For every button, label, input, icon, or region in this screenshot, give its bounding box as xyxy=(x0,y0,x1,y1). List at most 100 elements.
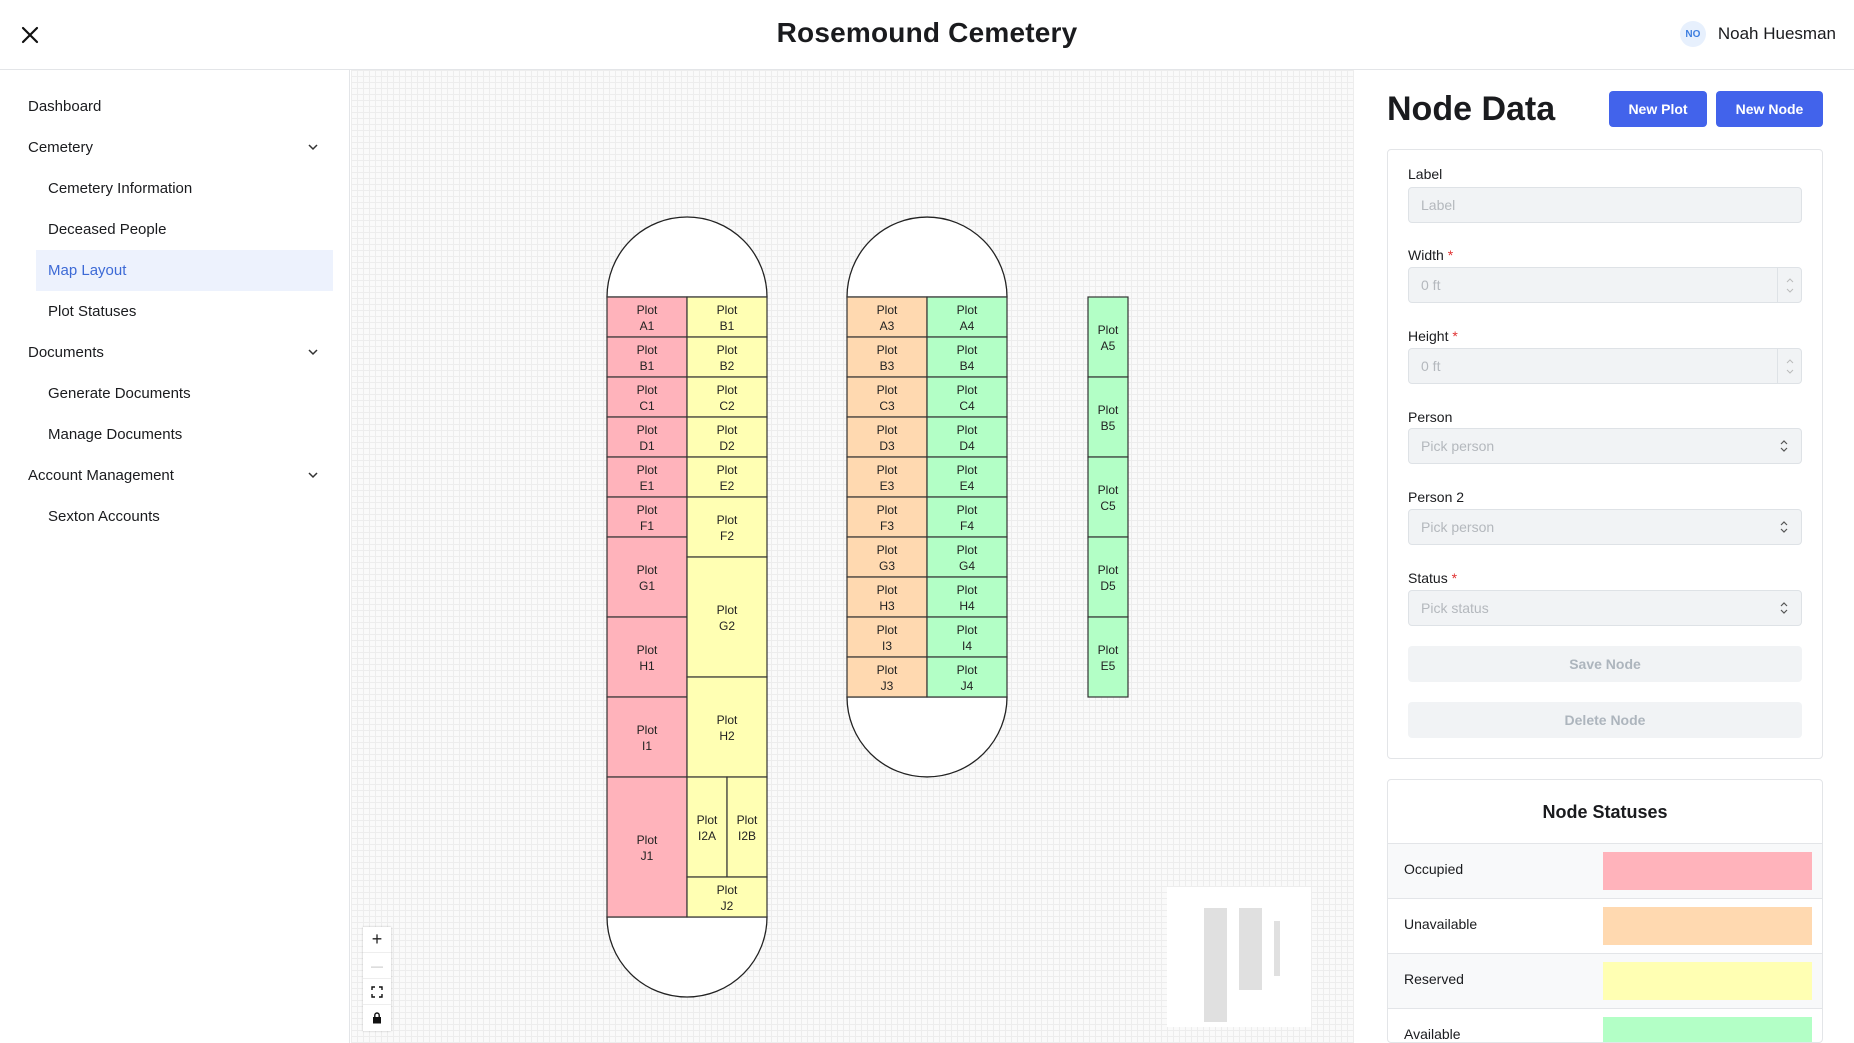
height-stepper[interactable] xyxy=(1777,349,1801,383)
plot-node[interactable]: Plot C5 xyxy=(1087,456,1129,538)
app-header: Rosemound Cemetery NO Noah Huesman xyxy=(0,0,1854,70)
plot-node[interactable]: Plot A1 xyxy=(606,296,688,338)
user-name: Noah Huesman xyxy=(1717,24,1836,43)
sidebar-item-account-management[interactable]: Account Management xyxy=(0,455,349,496)
plot-cell[interactable] xyxy=(606,536,688,618)
width-stepper[interactable] xyxy=(1777,268,1801,302)
plot-node[interactable]: Plot A3 xyxy=(846,296,928,338)
sidebar-item-cemetery-information[interactable]: Cemetery Information xyxy=(0,168,349,209)
plot-cell[interactable] xyxy=(726,776,768,878)
plot-node[interactable]: Plot B1 xyxy=(606,336,688,378)
plot-node[interactable]: Plot I1 xyxy=(606,696,688,778)
plot-cell[interactable] xyxy=(686,556,768,678)
plot-node[interactable]: Plot B1 xyxy=(686,296,768,338)
plot-node[interactable]: Plot C1 xyxy=(606,376,688,418)
plot-node[interactable]: Plot J3 xyxy=(846,656,928,698)
plot-node[interactable]: Plot C4 xyxy=(926,376,1008,418)
plot-node[interactable]: Plot H4 xyxy=(926,576,1008,618)
sidebar-item-plot-statuses[interactable]: Plot Statuses xyxy=(0,291,349,332)
plot-node[interactable]: Plot I4 xyxy=(926,616,1008,658)
plot-node[interactable]: Plot G4 xyxy=(926,536,1008,578)
plot-cell[interactable] xyxy=(1087,296,1129,378)
plot-cell[interactable] xyxy=(1087,616,1129,698)
plot-node[interactable]: Plot D3 xyxy=(846,416,928,458)
plot-node[interactable]: Plot B2 xyxy=(686,336,768,378)
plot-node[interactable]: Plot E2 xyxy=(686,456,768,498)
person2-field-label: Person 2 xyxy=(1408,489,1464,505)
plot-node[interactable]: Plot J4 xyxy=(926,656,1008,698)
status-select[interactable]: Pick status xyxy=(1408,590,1802,626)
plot-node[interactable]: Plot C2 xyxy=(686,376,768,418)
plot-cell[interactable] xyxy=(1087,376,1129,458)
plot-cell[interactable] xyxy=(1087,536,1129,618)
plot-node[interactable]: Plot J1 xyxy=(606,776,688,918)
plot-node[interactable]: Plot G1 xyxy=(606,536,688,618)
sidebar-item-generate-documents[interactable]: Generate Documents xyxy=(0,373,349,414)
fit-view-button[interactable] xyxy=(363,979,391,1005)
delete-node-button[interactable]: Delete Node xyxy=(1408,702,1802,738)
plot-node[interactable]: Plot F1 xyxy=(606,496,688,538)
plot-cell[interactable] xyxy=(686,496,768,558)
sidebar-item-dashboard[interactable]: Dashboard xyxy=(0,86,349,127)
sidebar-item-manage-documents[interactable]: Manage Documents xyxy=(0,414,349,455)
height-placeholder: 0 ft xyxy=(1421,358,1441,374)
plot-node[interactable]: Plot F3 xyxy=(846,496,928,538)
plot-node[interactable]: Plot B3 xyxy=(846,336,928,378)
plot-node[interactable]: Plot F4 xyxy=(926,496,1008,538)
plot-node[interactable]: Plot D5 xyxy=(1087,536,1129,618)
zoom-in-button[interactable]: + xyxy=(363,927,391,953)
plot-node[interactable]: Plot J2 xyxy=(686,876,768,918)
person-select[interactable]: Pick person xyxy=(1408,428,1802,464)
new-node-button[interactable]: New Node xyxy=(1716,91,1823,127)
app-title: Rosemound Cemetery xyxy=(776,17,1078,48)
height-input[interactable]: 0 ft xyxy=(1408,348,1802,384)
plot-node[interactable]: Plot D2 xyxy=(686,416,768,458)
plot-node[interactable]: Plot I2B xyxy=(726,776,768,878)
plot-node[interactable]: Plot H2 xyxy=(686,676,768,778)
sidebar-item-map-layout[interactable]: Map Layout xyxy=(36,250,333,291)
plot-cell[interactable] xyxy=(686,776,728,878)
new-plot-button[interactable]: New Plot xyxy=(1609,91,1707,127)
plot-cell[interactable] xyxy=(686,676,768,778)
plot-node[interactable]: Plot A5 xyxy=(1087,296,1129,378)
plot-node[interactable]: Plot B4 xyxy=(926,336,1008,378)
plot-node[interactable]: Plot I3 xyxy=(846,616,928,658)
plot-node[interactable]: Plot G2 xyxy=(686,556,768,678)
plot-cell[interactable] xyxy=(1087,456,1129,538)
plot-cell[interactable] xyxy=(606,616,688,698)
width-field-label: Width * xyxy=(1408,247,1453,263)
user-menu[interactable]: NO Noah Huesman xyxy=(1679,21,1836,47)
width-input[interactable]: 0 ft xyxy=(1408,267,1802,303)
minimap[interactable] xyxy=(1167,887,1311,1027)
plot-node[interactable]: Plot E5 xyxy=(1087,616,1129,698)
plot-cell[interactable] xyxy=(606,696,688,778)
plot-node[interactable]: Plot E3 xyxy=(846,456,928,498)
chevron-down-icon[interactable] xyxy=(1786,288,1794,293)
zoom-out-button[interactable]: — xyxy=(363,953,391,979)
plot-node[interactable]: Plot D1 xyxy=(606,416,688,458)
plot-node[interactable]: Plot H1 xyxy=(606,616,688,698)
plot-node[interactable]: Plot D4 xyxy=(926,416,1008,458)
plot-node[interactable]: Plot G3 xyxy=(846,536,928,578)
sidebar-item-deceased-people[interactable]: Deceased People xyxy=(0,209,349,250)
plot-node[interactable]: Plot E1 xyxy=(606,456,688,498)
plot-node[interactable]: Plot C3 xyxy=(846,376,928,418)
label-input[interactable]: Label xyxy=(1408,187,1802,223)
plot-node[interactable]: Plot E4 xyxy=(926,456,1008,498)
save-node-button[interactable]: Save Node xyxy=(1408,646,1802,682)
plot-node[interactable]: Plot I2A xyxy=(686,776,728,878)
plot-node[interactable]: Plot A4 xyxy=(926,296,1008,338)
plot-node[interactable]: Plot B5 xyxy=(1087,376,1129,458)
person2-select[interactable]: Pick person xyxy=(1408,509,1802,545)
chevron-up-icon[interactable] xyxy=(1786,278,1794,283)
plot-cell[interactable] xyxy=(606,776,688,918)
sidebar-item-documents[interactable]: Documents xyxy=(0,332,349,373)
sidebar-item-cemetery[interactable]: Cemetery xyxy=(0,127,349,168)
sidebar-item-sexton-accounts[interactable]: Sexton Accounts xyxy=(0,496,349,537)
plot-node[interactable]: Plot F2 xyxy=(686,496,768,558)
plot-node[interactable]: Plot H3 xyxy=(846,576,928,618)
chevron-up-icon[interactable] xyxy=(1786,359,1794,364)
lock-button[interactable] xyxy=(363,1005,391,1031)
chevron-down-icon[interactable] xyxy=(1786,369,1794,374)
sidebar-item-label: Dashboard xyxy=(28,98,102,115)
